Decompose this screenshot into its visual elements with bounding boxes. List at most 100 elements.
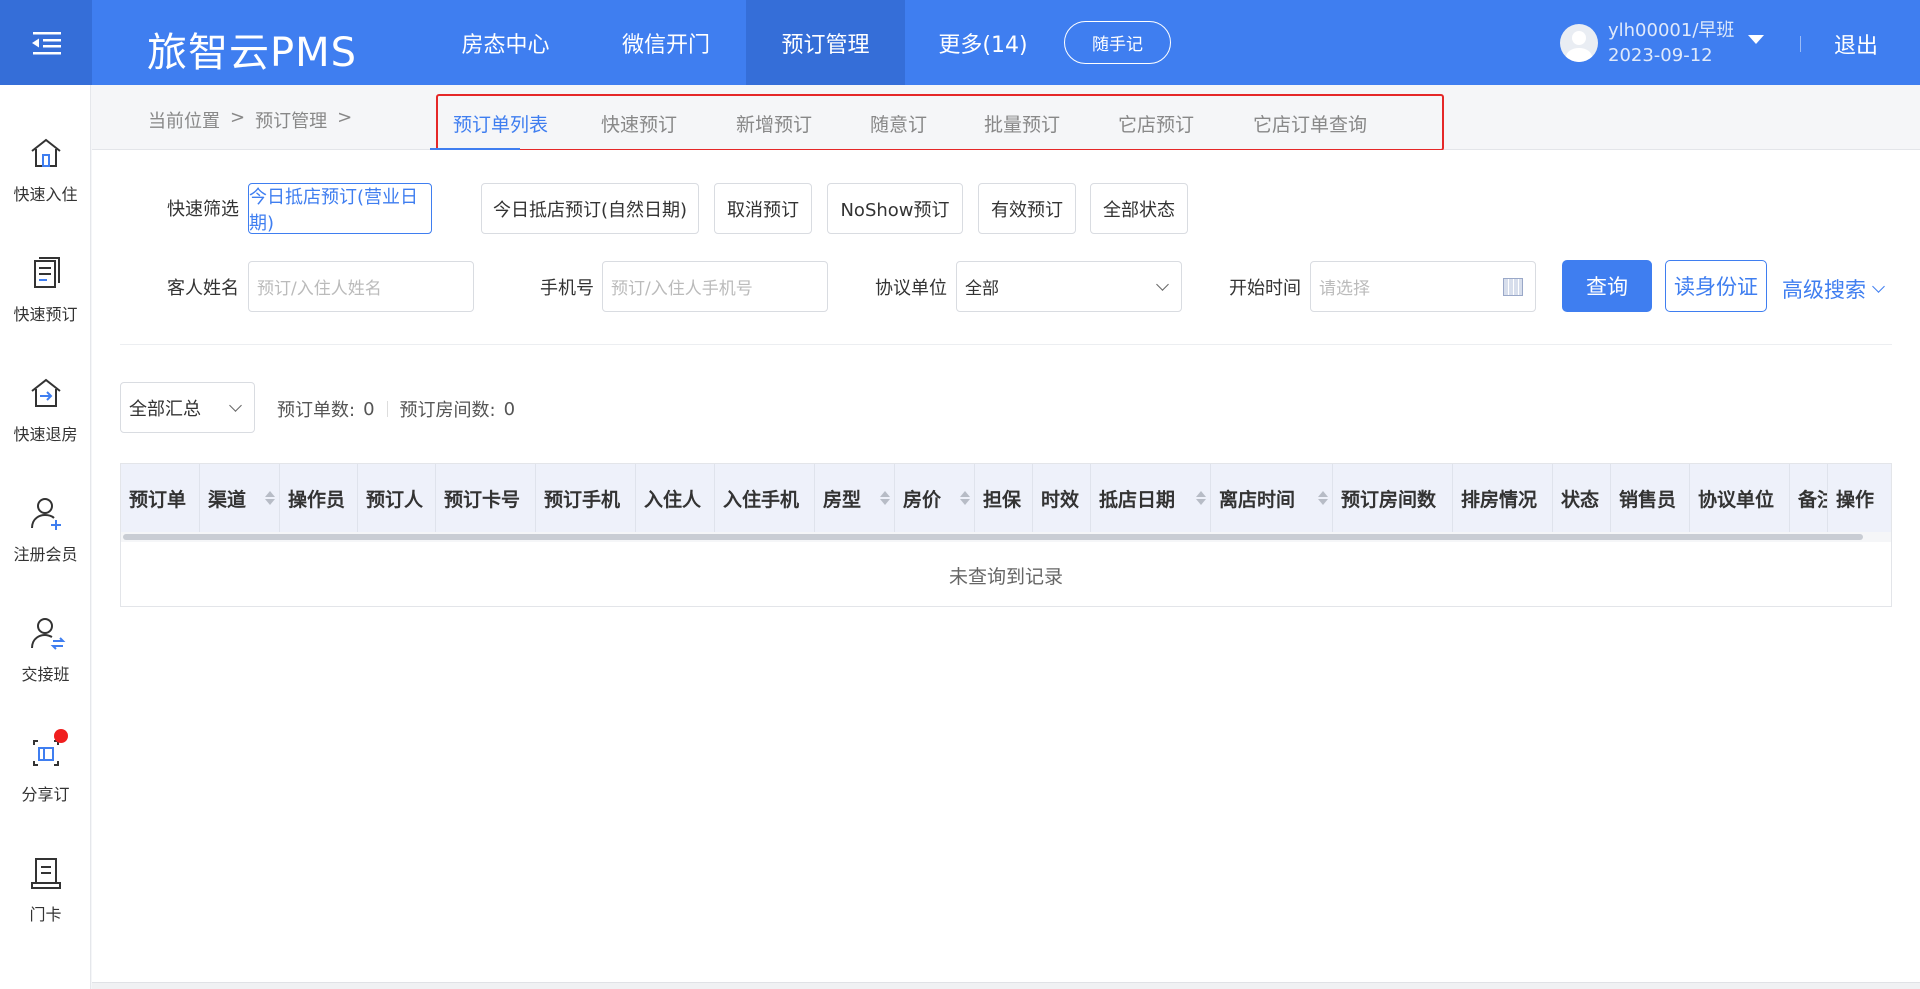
home-icon — [30, 138, 61, 167]
tab-other-store-query[interactable]: 它店订单查询 — [1253, 96, 1367, 137]
bottom-strip — [92, 982, 1920, 989]
col-rate[interactable]: 房价 — [895, 464, 975, 532]
sort-icon[interactable] — [1318, 491, 1328, 505]
chevron-down-icon — [229, 399, 242, 412]
app-logo: 旅智云PMS — [147, 30, 358, 76]
col-room-assign: 排房情况 — [1453, 464, 1553, 532]
menu-toggle-button[interactable] — [0, 0, 92, 85]
sidebar-item-label: 门卡 — [29, 905, 62, 924]
sidebar-item-door-card[interactable]: 门卡 — [0, 853, 91, 953]
top-header: 旅智云PMS 房态中心 微信开门 预订管理 更多(14) 随手记 ylh0000… — [0, 0, 1920, 85]
chip-noshow[interactable]: NoShow预订 — [827, 183, 963, 234]
sidebar-item-label: 注册会员 — [13, 545, 78, 564]
advanced-search-toggle[interactable]: 高级搜索 — [1782, 274, 1885, 304]
chip-today-arrival-natural[interactable]: 今日抵店预订(自然日期) — [481, 183, 699, 234]
nav-more[interactable]: 更多(14) — [905, 0, 1061, 85]
main-panel: 快速筛选 今日抵店预订(营业日期) 今日抵店预订(自然日期) 取消预订 NoSh… — [92, 150, 1920, 982]
sidebar-item-share-order[interactable]: 分享订 — [0, 729, 91, 833]
query-button[interactable]: 查询 — [1562, 260, 1652, 312]
breadcrumb-current[interactable]: 预订管理 — [255, 107, 327, 133]
col-channel[interactable]: 渠道 — [200, 464, 280, 532]
main-nav: 房态中心 微信开门 预订管理 更多(14) — [425, 0, 1061, 85]
user-name: ylh00001/早班 — [1608, 20, 1735, 41]
phone-input[interactable]: 预订/入住人手机号 — [602, 261, 828, 312]
user-avatar-icon — [1566, 31, 1592, 62]
col-departure-time[interactable]: 离店时间 — [1211, 464, 1333, 532]
agreement-unit-label: 协议单位 — [875, 278, 947, 299]
chip-valid[interactable]: 有效预订 — [978, 183, 1076, 234]
sidebar-item-label: 分享订 — [21, 785, 70, 804]
col-salesperson: 销售员 — [1611, 464, 1690, 532]
tab-new-reservation[interactable]: 新增预订 — [736, 96, 812, 137]
advanced-search-label: 高级搜索 — [1782, 278, 1866, 302]
divider — [120, 344, 1892, 345]
breadcrumb-separator: > — [230, 107, 246, 128]
user-menu[interactable]: ylh00001/早班 2023-09-12 — [1560, 18, 1765, 68]
tab-reservation-list[interactable]: 预订单列表 — [453, 96, 548, 137]
phone-label: 手机号 — [540, 278, 594, 299]
order-count-label: 预订单数: — [277, 400, 356, 421]
nav-reservation[interactable]: 预订管理 — [746, 0, 905, 85]
order-count-value: 0 — [363, 398, 375, 420]
col-arrival-date[interactable]: 抵店日期 — [1091, 464, 1211, 532]
col-room-count: 预订房间数 — [1333, 464, 1453, 532]
agreement-unit-select[interactable]: 全部 — [956, 261, 1182, 312]
quick-note-button[interactable]: 随手记 — [1064, 21, 1171, 64]
sort-icon[interactable] — [880, 491, 890, 505]
col-card-no: 预订卡号 — [436, 464, 536, 532]
reservation-table: 预订单 渠道 操作员 预订人 预订卡号 预订手机 入住人 入住手机 房型 房价 … — [120, 463, 1892, 607]
col-order: 预订单 — [121, 464, 200, 532]
breadcrumb-prefix: 当前位置 — [148, 111, 220, 132]
breadcrumb: 当前位置 > 预订管理 > — [148, 107, 352, 133]
start-time-picker[interactable]: 请选择 — [1310, 261, 1536, 312]
sidebar-item-quick-checkout[interactable]: 快速退房 — [0, 373, 91, 473]
guest-name-input[interactable]: 预订/入住人姓名 — [248, 261, 474, 312]
chevron-down-icon — [1872, 280, 1885, 293]
sidebar-item-register-member[interactable]: 注册会员 — [0, 493, 91, 593]
chip-today-arrival-business[interactable]: 今日抵店预订(营业日期) — [248, 183, 432, 234]
scrollbar-thumb[interactable] — [123, 534, 1863, 540]
room-count-value: 0 — [503, 398, 516, 420]
col-booker: 预订人 — [358, 464, 436, 532]
tab-batch-reserve[interactable]: 批量预订 — [984, 96, 1060, 137]
sidebar-item-quick-checkin[interactable]: 快速入住 — [0, 133, 91, 233]
reservation-tabs: 预订单列表 快速预订 新增预订 随意订 批量预订 它店预订 它店订单查询 — [436, 94, 1444, 151]
sidebar-item-shift-handover[interactable]: 交接班 — [0, 613, 91, 713]
tab-casual-reserve[interactable]: 随意订 — [870, 96, 927, 137]
logout-button[interactable]: 退出 — [1834, 28, 1878, 60]
sidebar-item-label: 快速退房 — [13, 425, 78, 444]
chip-all-status[interactable]: 全部状态 — [1090, 183, 1188, 234]
col-label: 房型 — [823, 488, 862, 511]
col-operator: 操作员 — [280, 464, 358, 532]
col-validity: 时效 — [1033, 464, 1091, 532]
col-label: 离店时间 — [1219, 488, 1296, 511]
chip-cancelled[interactable]: 取消预订 — [714, 183, 812, 234]
summary-select-value: 全部汇总 — [129, 398, 201, 420]
tab-other-store-reserve[interactable]: 它店预订 — [1118, 96, 1194, 137]
col-actions: 操作 — [1836, 488, 1875, 511]
calendar-icon[interactable] — [1503, 278, 1523, 296]
document-icon — [33, 257, 60, 288]
col-room-type[interactable]: 房型 — [815, 464, 895, 532]
col-agreement-unit: 协议单位 — [1690, 464, 1790, 532]
start-time-label: 开始时间 — [1229, 278, 1301, 299]
breadcrumb-separator: > — [337, 107, 353, 128]
user-switch-icon — [30, 618, 65, 650]
sort-icon[interactable] — [960, 491, 970, 505]
read-id-card-button[interactable]: 读身份证 — [1665, 260, 1767, 312]
summary-select[interactable]: 全部汇总 — [120, 382, 255, 433]
sidebar-item-label: 快速入住 — [13, 185, 78, 204]
nav-room-status[interactable]: 房态中心 — [425, 0, 586, 85]
left-sidebar: 快速入住 快速预订 快速退房 注册会员 交接班 分享订 门卡 — [0, 85, 91, 989]
table-header: 预订单 渠道 操作员 预订人 预订卡号 预订手机 入住人 入住手机 房型 房价 … — [121, 464, 1891, 532]
header-divider — [1800, 36, 1801, 52]
sidebar-item-label: 交接班 — [21, 665, 70, 684]
nav-wechat-door[interactable]: 微信开门 — [586, 0, 746, 85]
sort-icon[interactable] — [265, 491, 275, 505]
sidebar-item-quick-reserve[interactable]: 快速预订 — [0, 253, 91, 353]
quick-filter-label: 快速筛选 — [167, 199, 239, 220]
sort-icon[interactable] — [1196, 491, 1206, 505]
horizontal-scrollbar[interactable] — [121, 532, 1891, 542]
tab-quick-reserve[interactable]: 快速预订 — [601, 96, 677, 137]
start-time-placeholder: 请选择 — [1319, 279, 1370, 299]
